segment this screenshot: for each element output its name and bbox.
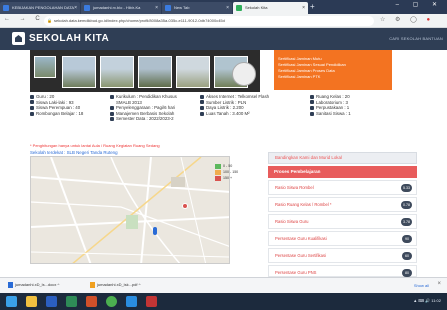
close-tab-icon[interactable]: × (226, 2, 229, 14)
show-all-downloads[interactable]: Show all (414, 283, 429, 288)
stat-badge: 60 (402, 252, 412, 260)
extension-icons[interactable]: ☆ ⚙ ◯ ● (380, 16, 434, 23)
lab-icon (310, 100, 314, 105)
file-explorer-icon[interactable] (26, 296, 37, 307)
info-students: Guru : 20 Siswa Laki-laki : 93 Siswa Per… (30, 94, 83, 116)
close-tab-icon[interactable]: × (155, 2, 158, 14)
excel-icon[interactable] (66, 296, 77, 307)
school-photo[interactable] (138, 56, 172, 88)
chevron-up-icon[interactable]: ^ (139, 282, 141, 287)
window-controls[interactable]: – ▢ ✕ (396, 1, 443, 8)
info-rooms: Ruang Kelas : 20 Laboratorium : 3 Perpus… (310, 94, 351, 116)
stat-row[interactable]: Rasio Siswa Rombel 5.33 (268, 180, 417, 195)
system-tray[interactable]: ▲ ⌨ 🔊 11:02 (413, 298, 441, 303)
close-tab-icon[interactable]: × (74, 2, 77, 14)
school-logo-icon[interactable] (12, 32, 25, 45)
chevron-up-icon[interactable]: ^ (57, 282, 59, 287)
footnote: * Penghitungan hanya untuk lantai Aula /… (30, 143, 160, 148)
tab-sekolah-kita[interactable]: Sekolah Kita × (233, 2, 308, 14)
land-area-icon (200, 111, 204, 116)
edge-icon[interactable] (126, 296, 137, 307)
word-file-icon (8, 282, 13, 288)
legend-swatch (215, 175, 221, 181)
library-icon (310, 106, 314, 111)
info-facilities: Akses Internet : Telkomsel Flash Sumber … (200, 94, 269, 116)
stat-row[interactable]: Rasio Siswa Guru 3.78 (268, 214, 417, 229)
pdf-file-icon (90, 282, 95, 288)
female-student-icon (30, 106, 34, 111)
tab-kebijakan[interactable]: KEBIJAKAN PENGOLAHAN DATA × (0, 2, 80, 14)
stat-badge: 90 (402, 235, 412, 243)
browser-tab-bar: KEBIJAKAN PENGOLAHAN DATA × jumadanhi.rx… (0, 0, 447, 14)
stat-row[interactable]: Persentase Guru Sertifikasi 60 (268, 248, 417, 263)
close-icon[interactable]: × (437, 281, 441, 287)
site-header: SEKOLAH KITA CARI SEKOLAH BANTUAN (0, 28, 447, 50)
accreditation-box: Sertifikasi Jaminan Mutu Sertifikasi Jam… (274, 50, 392, 90)
stat-badge: 0.78 (401, 201, 412, 209)
downloads-bar: jumadanhi.xD_ls...docx ^ jumadanhi.xD_ls… (0, 277, 447, 293)
info-curriculum: Kurikulum : Pendidikan Khusus SMALB 2013… (110, 94, 177, 122)
chrome-icon[interactable] (106, 296, 117, 307)
stat-row[interactable]: Persentase Guru PNS 80 (268, 265, 417, 277)
tab-new-tab[interactable]: New Tab × (162, 2, 232, 14)
power-icon (200, 106, 204, 111)
school-emblem-icon (232, 62, 256, 86)
curriculum-icon (110, 94, 114, 99)
new-tab-button[interactable]: + (310, 2, 315, 12)
schedule-icon (110, 106, 114, 111)
school-photo[interactable] (62, 56, 96, 88)
stat-row[interactable]: Rasio Ruang Kelas / Rombel * 0.78 (268, 197, 417, 212)
download-item[interactable]: jumadanhi.xD_ls...docx ^ (8, 282, 59, 288)
download-item[interactable]: jumadanhi.xD_lsk...pdf ^ (90, 282, 140, 288)
address-bar-row: ← → C 🔒 sekolah.data.kemdikbud.go.id/ind… (0, 14, 447, 28)
school-map[interactable] (30, 156, 230, 264)
header-nav[interactable]: CARI SEKOLAH BANTUAN (389, 36, 443, 41)
url-field[interactable]: 🔒 sekolah.data.kemdikbud.go.id/index.php… (44, 16, 374, 26)
stat-badge: 5.33 (401, 184, 412, 192)
teacher-icon (30, 94, 34, 99)
tab-jumadanhi[interactable]: jumadanhi.rx.blo - Hibir-Ka × (81, 2, 161, 14)
legend-swatch (215, 163, 221, 169)
mail-icon[interactable] (146, 296, 157, 307)
navigation-buttons[interactable]: ← → C (4, 16, 44, 22)
word-icon[interactable] (46, 296, 57, 307)
power-source-icon (200, 100, 204, 105)
tab-favicon (3, 5, 9, 11)
map-marker-school[interactable] (182, 203, 188, 209)
school-photo[interactable] (176, 56, 210, 88)
stat-badge: 3.78 (401, 218, 412, 226)
tab-favicon (165, 5, 171, 11)
close-tab-icon[interactable]: × (302, 2, 305, 14)
powerpoint-icon[interactable] (86, 296, 97, 307)
map-legend: 0 - 50 100 - 150 150 + (215, 163, 238, 181)
map-marker-pin[interactable] (153, 227, 157, 235)
sanitation-icon (310, 111, 314, 116)
stat-badge: 80 (402, 269, 412, 277)
windows-start-icon[interactable] (6, 296, 17, 307)
taskbar: ▲ ⌨ 🔊 11:02 (0, 293, 447, 310)
accreditation-line[interactable]: Sertifikasi Jaminan PTK (278, 74, 388, 80)
comparison-header[interactable]: Bandingkan Kami dan Murid Lokal (268, 152, 417, 164)
class-group-icon (30, 111, 34, 116)
section-title: Proses Pembelajaran (268, 166, 417, 178)
management-icon (110, 111, 114, 116)
school-photo[interactable] (34, 56, 56, 78)
map-roads (31, 157, 229, 263)
school-photo[interactable] (100, 56, 134, 88)
calendar-icon (110, 117, 114, 122)
lock-icon: 🔒 (47, 18, 52, 23)
photo-gallery (30, 50, 260, 92)
stat-row[interactable]: Persentase Guru Kualifikasi 90 (268, 231, 417, 246)
male-student-icon (30, 100, 34, 105)
internet-icon (200, 94, 204, 99)
nearby-school-link[interactable]: Sekolah terdekat : SLB Negeri Tanda Rute… (30, 150, 118, 155)
tab-favicon (84, 5, 90, 11)
site-title[interactable]: SEKOLAH KITA (29, 33, 109, 44)
classroom-icon (310, 94, 314, 99)
tab-favicon (236, 5, 242, 11)
extension-red-icon[interactable]: ● (426, 17, 434, 23)
legend-swatch (215, 169, 221, 175)
